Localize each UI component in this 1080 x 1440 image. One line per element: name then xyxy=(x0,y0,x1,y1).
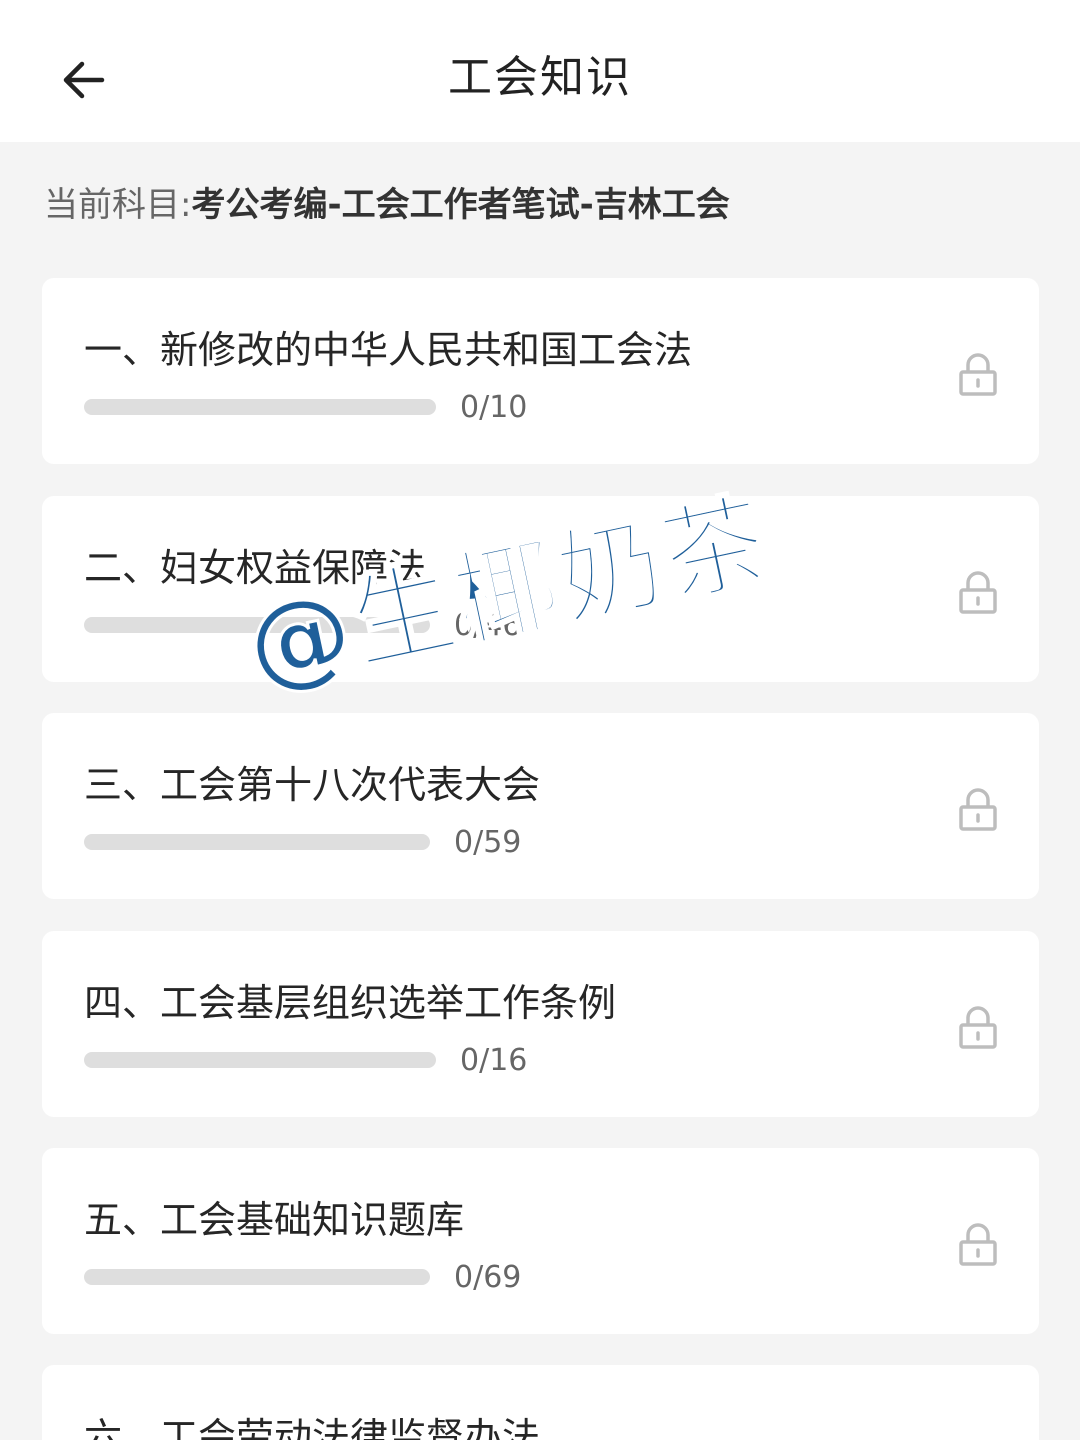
chapter-title: 五、工会基础知识题库 xyxy=(84,1198,465,1242)
progress-bar xyxy=(84,399,436,415)
chapter-card[interactable]: 三、工会第十八次代表大会 0/59 xyxy=(42,713,1039,899)
chapter-card[interactable]: 六、工会劳动法律监督办法 xyxy=(42,1365,1039,1440)
lock-icon xyxy=(959,1223,997,1266)
chapter-card[interactable]: 四、工会基层组织选举工作条例 0/16 xyxy=(42,931,1039,1117)
app-header: 工会知识 xyxy=(0,0,1080,142)
chapter-card[interactable]: 二、妇女权益保障法 0/46 xyxy=(42,496,1039,682)
chapter-title: 一、新修改的中华人民共和国工会法 xyxy=(84,328,693,372)
lock-icon xyxy=(959,571,997,614)
current-subject: 当前科目:考公考编-工会工作者笔试-吉林工会 xyxy=(44,180,730,230)
progress-bar xyxy=(84,1269,430,1285)
chapter-card[interactable]: 一、新修改的中华人民共和国工会法 0/10 xyxy=(42,278,1039,464)
current-subject-value: 考公考编-工会工作者笔试-吉林工会 xyxy=(191,185,730,225)
chapter-title: 三、工会第十八次代表大会 xyxy=(84,763,541,807)
chapter-card[interactable]: 五、工会基础知识题库 0/69 xyxy=(42,1148,1039,1334)
chapter-title: 四、工会基层组织选举工作条例 xyxy=(84,981,617,1025)
lock-icon xyxy=(959,1006,997,1049)
progress-bar xyxy=(84,1052,436,1068)
progress-count: 0/16 xyxy=(460,1043,528,1078)
progress-count: 0/10 xyxy=(460,390,528,425)
lock-icon xyxy=(959,788,997,831)
progress-bar xyxy=(84,617,430,633)
progress-bar xyxy=(84,834,430,850)
current-subject-label: 当前科目: xyxy=(44,185,192,225)
chapter-title: 六、工会劳动法律监督办法 xyxy=(84,1415,541,1440)
progress-count: 0/69 xyxy=(454,1260,522,1295)
progress-count: 0/46 xyxy=(454,608,522,643)
progress-count: 0/59 xyxy=(454,825,522,860)
chapter-title: 二、妇女权益保障法 xyxy=(84,546,427,590)
page-title: 工会知识 xyxy=(448,52,632,103)
lock-icon xyxy=(959,353,997,396)
